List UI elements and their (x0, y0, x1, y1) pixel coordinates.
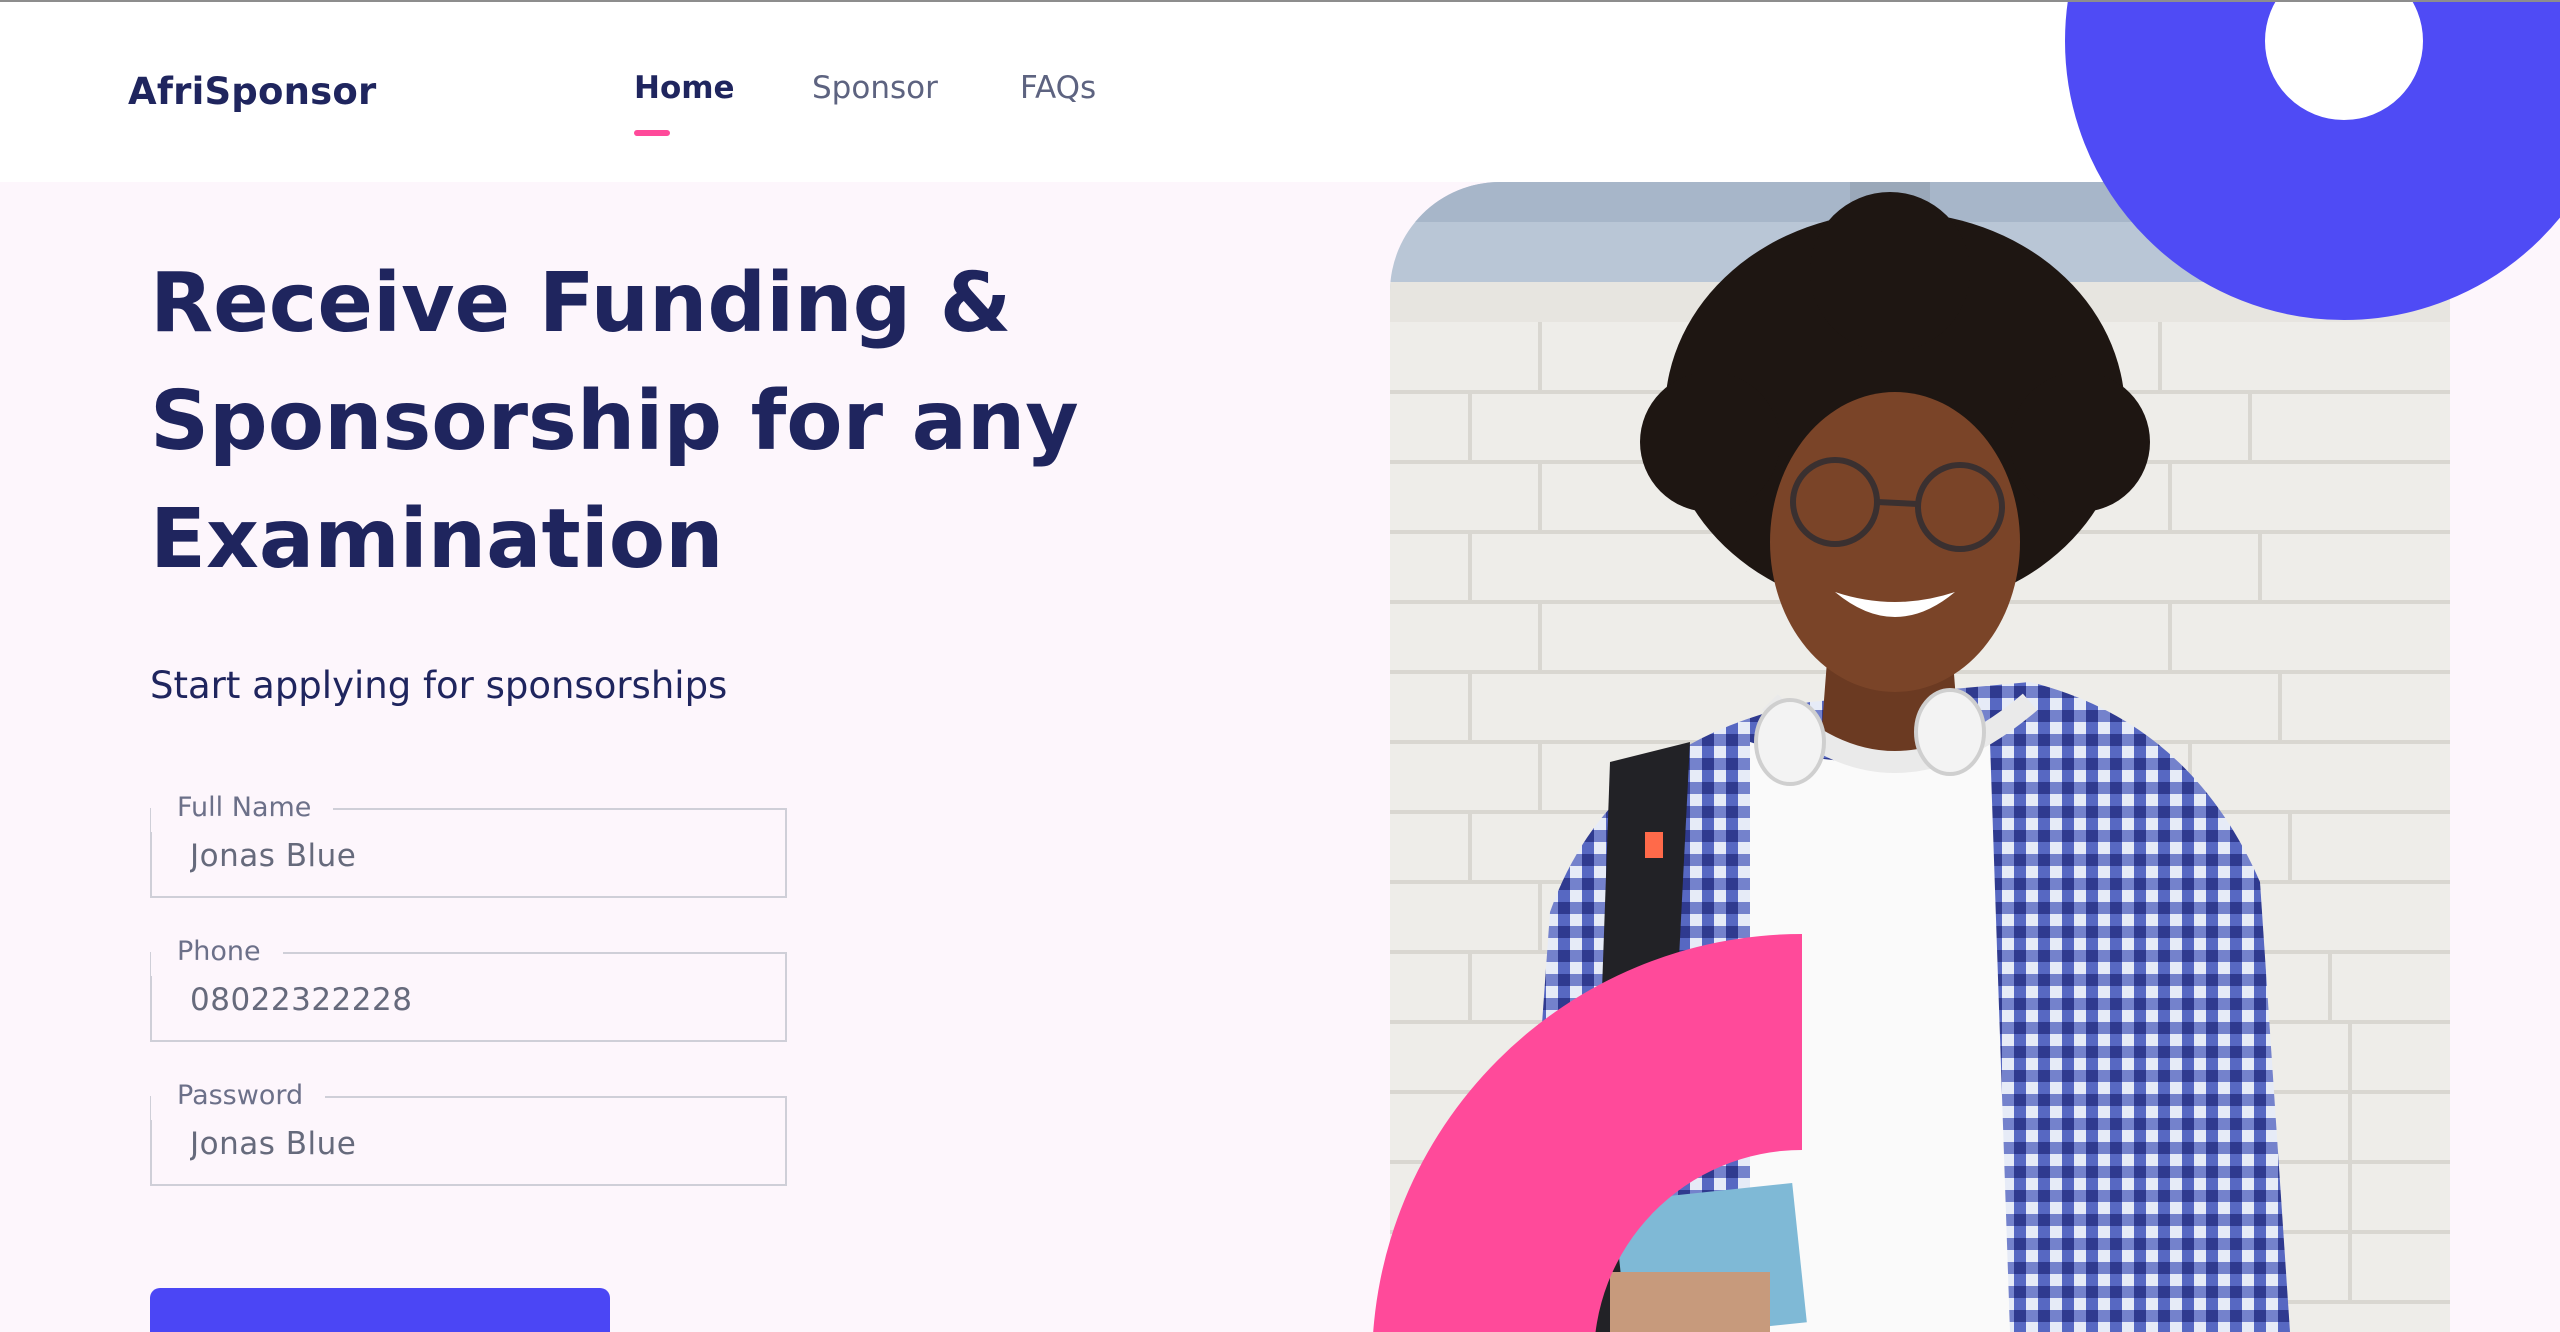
phone-input[interactable] (190, 982, 750, 1018)
hero-subheadline: Start applying for sponsorships (150, 664, 728, 707)
submit-button[interactable] (150, 1288, 610, 1332)
hero-headline: Receive Funding & Sponsorship for any Ex… (150, 256, 1079, 587)
nav-item-faqs[interactable]: FAQs (1020, 70, 1096, 106)
full-name-field[interactable]: Full Name (150, 784, 787, 898)
full-name-label: Full Name (151, 784, 334, 832)
full-name-input[interactable] (190, 838, 750, 874)
password-input[interactable] (190, 1126, 750, 1162)
nav-item-sponsor[interactable]: Sponsor (812, 70, 938, 106)
page: AfriSponsor Home Sponsor FAQs Receive Fu… (0, 0, 2560, 1332)
phone-label: Phone (151, 928, 283, 976)
password-field[interactable]: Password (150, 1072, 787, 1186)
nav-active-indicator (634, 130, 670, 136)
phone-field[interactable]: Phone (150, 928, 787, 1042)
nav-item-home[interactable]: Home (634, 70, 735, 106)
brand-logo[interactable]: AfriSponsor (128, 70, 376, 113)
password-label: Password (151, 1072, 326, 1120)
window-top-border (0, 0, 2560, 2)
decorative-pink-arc (1373, 934, 1802, 1332)
